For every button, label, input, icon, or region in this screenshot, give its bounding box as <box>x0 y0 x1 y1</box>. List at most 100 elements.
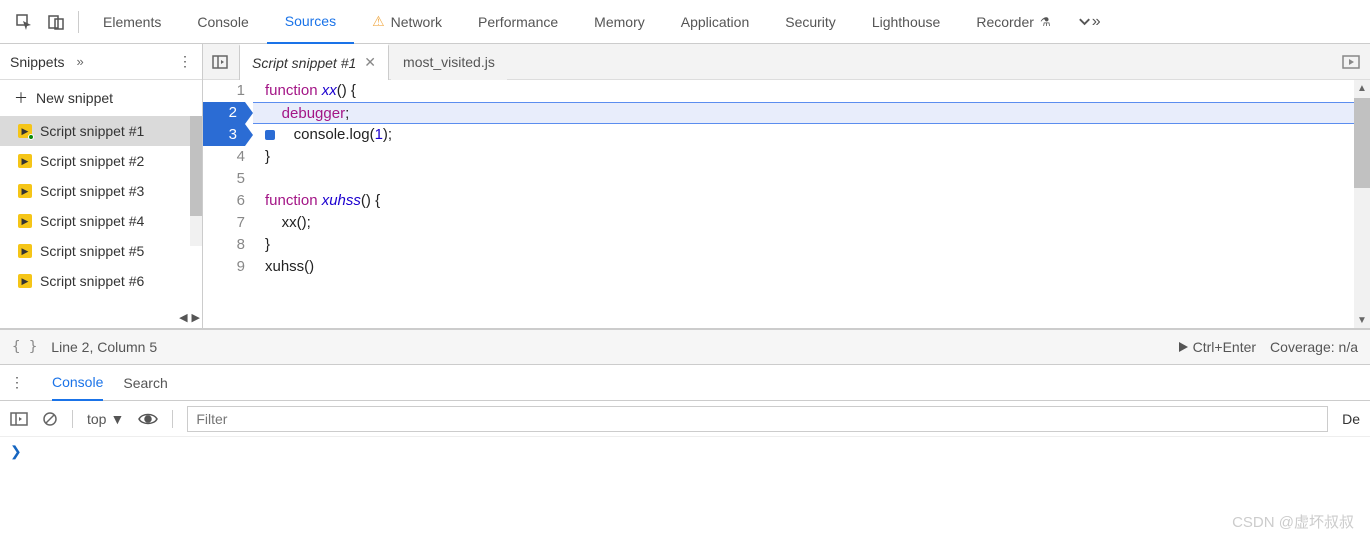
snippet-item[interactable]: ▶Script snippet #3 <box>0 176 202 206</box>
console-toolbar: top ▼ De <box>0 401 1370 437</box>
code-line[interactable]: } <box>253 234 1370 256</box>
eye-icon[interactable] <box>138 412 158 426</box>
snippet-item[interactable]: ▶ Script snippet #2 <box>0 146 202 176</box>
snippets-list: ▶Script snippet #1▶Script snippet #2▶Scr… <box>0 116 202 328</box>
sidebar-title[interactable]: Snippets <box>10 54 64 70</box>
divider <box>72 410 73 428</box>
snippet-icon: ▶ <box>18 244 32 258</box>
plus-icon: ＋ <box>14 88 28 108</box>
snippet-icon: ▶ <box>18 274 32 288</box>
main-tab-performance[interactable]: Performance <box>460 0 576 44</box>
main-tab-application[interactable]: Application <box>663 0 768 44</box>
line-number[interactable]: 4 <box>203 146 245 168</box>
tab-label: Performance <box>478 14 558 30</box>
code-line[interactable]: } <box>253 146 1370 168</box>
warning-icon: ⚠ <box>372 13 385 30</box>
code-line[interactable]: xuhss() <box>253 256 1370 278</box>
tab-label: Elements <box>103 14 161 30</box>
tab-label: Console <box>197 14 248 30</box>
close-icon[interactable]: ✕ <box>364 54 376 71</box>
file-tab-label: Script snippet #1 <box>252 55 356 71</box>
snippet-item[interactable]: ▶Script snippet #1 <box>0 116 202 146</box>
device-toggle-icon[interactable] <box>44 10 68 34</box>
code-line[interactable] <box>253 168 1370 190</box>
more-tabs-icon[interactable]: » <box>1077 10 1101 34</box>
scroll-down-icon[interactable]: ▼ <box>1357 312 1367 328</box>
tab-label: Security <box>785 14 836 30</box>
sidebar-header: Snippets » ⋮ <box>0 44 202 80</box>
sidebar-more-icon[interactable]: ⋮ <box>178 53 192 70</box>
snippet-label: Script snippet #1 <box>40 123 144 139</box>
filter-input[interactable] <box>187 406 1328 432</box>
tab-label: Application <box>681 14 750 30</box>
main-tab-security[interactable]: Security <box>767 0 854 44</box>
snippet-icon: ▶ <box>18 214 32 228</box>
main-tab-lighthouse[interactable]: Lighthouse <box>854 0 959 44</box>
line-number[interactable]: 5 <box>203 168 245 190</box>
main-tab-elements[interactable]: Elements <box>85 0 179 44</box>
file-tabs: Script snippet #1 ✕ most_visited.js <box>203 44 1370 80</box>
snippet-label: Script snippet #5 <box>40 243 144 259</box>
snippet-label: Script snippet #2 <box>40 153 144 169</box>
main-tab-console[interactable]: Console <box>179 0 266 44</box>
line-number[interactable]: 1 <box>203 80 245 102</box>
tab-label: Network <box>391 14 442 30</box>
drawer-more-icon[interactable]: ⋮ <box>10 374 32 391</box>
line-number[interactable]: 3 <box>203 124 245 146</box>
console-filter <box>187 406 1328 432</box>
drawer-tab-search[interactable]: Search <box>123 365 167 401</box>
code-line[interactable]: function xuhss() { <box>253 190 1370 212</box>
run-hint: Ctrl+Enter <box>1193 339 1256 355</box>
file-tab-label: most_visited.js <box>403 54 495 70</box>
clear-console-icon[interactable] <box>42 411 58 427</box>
tab-label: Sources <box>285 13 336 29</box>
tab-label: Recorder <box>976 14 1034 30</box>
inspect-icon[interactable] <box>12 10 36 34</box>
line-number[interactable]: 6 <box>203 190 245 212</box>
run-icon[interactable]: Ctrl+Enter <box>1177 339 1256 355</box>
file-tab-active[interactable]: Script snippet #1 ✕ <box>239 44 389 80</box>
watermark: CSDN @虚坏叔叔 <box>1232 511 1354 532</box>
editor-area: Script snippet #1 ✕ most_visited.js 1234… <box>203 44 1370 328</box>
code-line[interactable]: console.log(1); <box>253 124 1370 146</box>
pretty-print-icon[interactable]: { } <box>12 339 37 355</box>
line-number[interactable]: 2 <box>203 102 245 124</box>
console-sidebar-toggle-icon[interactable] <box>10 412 28 426</box>
line-number[interactable]: 9 <box>203 256 245 278</box>
main-tab-recorder[interactable]: Recorder ⚗ <box>958 0 1068 44</box>
scroll-up-icon[interactable]: ▲ <box>1357 80 1367 96</box>
default-levels-truncated[interactable]: De <box>1342 411 1360 427</box>
snippet-item[interactable]: ▶ Script snippet #5 <box>0 236 202 266</box>
breakpoint-icon <box>265 130 275 140</box>
snippet-icon: ▶ <box>18 154 32 168</box>
gutter[interactable]: 123456789 <box>203 80 253 328</box>
console-body[interactable]: ❯ <box>0 437 1370 466</box>
run-snippet-icon[interactable] <box>1342 55 1360 69</box>
code-line[interactable]: xx(); <box>253 212 1370 234</box>
line-number[interactable]: 8 <box>203 234 245 256</box>
drawer-tab-console[interactable]: Console <box>52 365 103 401</box>
sidebar-scrollbar[interactable] <box>190 116 202 246</box>
sidebar-scroll-arrows[interactable]: ◀▶ <box>179 311 200 324</box>
line-number[interactable]: 7 <box>203 212 245 234</box>
flask-icon: ⚗ <box>1040 15 1051 29</box>
main-tab-sources[interactable]: Sources <box>267 0 354 44</box>
more-panes-icon[interactable]: » <box>76 54 83 69</box>
code-line[interactable]: debugger; <box>253 102 1370 124</box>
snippets-sidebar: Snippets » ⋮ ＋ New snippet ▶Script snipp… <box>0 44 203 328</box>
navigator-toggle-icon[interactable] <box>209 51 231 73</box>
context-selector[interactable]: top ▼ <box>87 411 124 427</box>
file-tab-inactive[interactable]: most_visited.js <box>391 44 507 80</box>
new-snippet-label: New snippet <box>36 90 113 106</box>
coverage-label[interactable]: Coverage: n/a <box>1270 339 1358 355</box>
code-line[interactable]: function xx() { <box>253 80 1370 102</box>
editor-scrollbar[interactable]: ▲ ▼ <box>1354 80 1370 328</box>
new-snippet-button[interactable]: ＋ New snippet <box>0 80 202 116</box>
code-lines[interactable]: function xx() { debugger; console.log(1)… <box>253 80 1370 328</box>
snippet-item[interactable]: ▶Script snippet #6 <box>0 266 202 296</box>
divider <box>172 410 173 428</box>
code-editor[interactable]: 123456789 function xx() { debugger; cons… <box>203 80 1370 328</box>
main-tab-network[interactable]: ⚠ Network <box>354 0 460 44</box>
main-tab-memory[interactable]: Memory <box>576 0 663 44</box>
snippet-item[interactable]: ▶Script snippet #4 <box>0 206 202 236</box>
